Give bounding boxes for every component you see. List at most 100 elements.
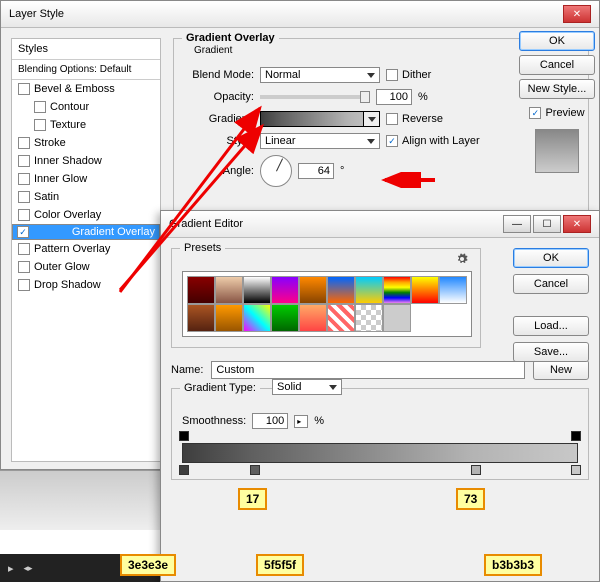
- preset-swatch[interactable]: [299, 304, 327, 332]
- preset-swatch[interactable]: [327, 276, 355, 304]
- opacity-stop[interactable]: [571, 431, 581, 441]
- gradient-sublegend: Gradient: [190, 45, 236, 56]
- opacity-stop[interactable]: [179, 431, 189, 441]
- angle-dial[interactable]: [260, 155, 292, 187]
- minimize-icon[interactable]: —: [503, 215, 531, 233]
- style-item[interactable]: Texture: [12, 116, 160, 134]
- new-button[interactable]: New: [533, 360, 589, 380]
- style-label: Inner Shadow: [34, 155, 102, 167]
- style-checkbox[interactable]: [18, 243, 30, 255]
- gradient-type-select[interactable]: Solid: [272, 379, 342, 395]
- preset-swatch[interactable]: [439, 304, 467, 332]
- preset-swatch[interactable]: [271, 304, 299, 332]
- preset-swatch[interactable]: [411, 276, 439, 304]
- ge-load-button[interactable]: Load...: [513, 316, 589, 336]
- ge-ok-button[interactable]: OK: [513, 248, 589, 268]
- name-input[interactable]: Custom: [211, 361, 525, 379]
- preset-swatch[interactable]: [215, 304, 243, 332]
- preset-swatch[interactable]: [355, 276, 383, 304]
- blending-options[interactable]: Blending Options: Default: [12, 60, 160, 80]
- gradient-bar[interactable]: [182, 443, 578, 463]
- style-item[interactable]: Drop Shadow: [12, 276, 160, 294]
- style-item[interactable]: Outer Glow: [12, 258, 160, 276]
- style-label: Contour: [50, 101, 89, 113]
- gear-icon[interactable]: [456, 253, 468, 265]
- preset-swatch[interactable]: [271, 276, 299, 304]
- preset-swatch[interactable]: [439, 276, 467, 304]
- gradient-editor-titlebar[interactable]: Gradient Editor — ☐ ✕: [161, 211, 599, 238]
- new-style-button[interactable]: New Style...: [519, 79, 595, 99]
- name-label: Name:: [171, 364, 203, 376]
- style-checkbox[interactable]: [34, 101, 46, 113]
- reverse-checkbox[interactable]: [386, 113, 398, 125]
- color-stop[interactable]: [571, 465, 581, 475]
- presets-fieldset: Presets: [171, 248, 481, 348]
- chevron-down-icon: [368, 117, 376, 122]
- cancel-button[interactable]: Cancel: [519, 55, 595, 75]
- style-checkbox[interactable]: [18, 209, 30, 221]
- style-item[interactable]: Inner Glow: [12, 170, 160, 188]
- preset-swatch[interactable]: [383, 304, 411, 332]
- chevron-down-icon: [367, 73, 375, 78]
- style-label: Texture: [50, 119, 86, 131]
- close-icon[interactable]: ✕: [563, 5, 591, 23]
- style-item[interactable]: Stroke: [12, 134, 160, 152]
- opacity-input[interactable]: 100: [376, 89, 412, 105]
- style-label: Satin: [34, 191, 59, 203]
- preset-swatch[interactable]: [243, 276, 271, 304]
- angle-input[interactable]: 64: [298, 163, 334, 179]
- style-checkbox[interactable]: [18, 261, 30, 273]
- gradient-label: Gradient:: [182, 113, 254, 125]
- style-checkbox[interactable]: [34, 119, 46, 131]
- annotation-note: b3b3b3: [484, 554, 542, 576]
- style-checkbox[interactable]: [18, 137, 30, 149]
- preset-swatch[interactable]: [355, 304, 383, 332]
- style-item[interactable]: ✓Gradient Overlay: [12, 224, 160, 240]
- opacity-slider[interactable]: [260, 95, 370, 99]
- preset-swatch[interactable]: [411, 304, 439, 332]
- preset-swatch[interactable]: [243, 304, 271, 332]
- style-item[interactable]: Contour: [12, 98, 160, 116]
- style-checkbox[interactable]: [18, 83, 30, 95]
- expand-icon[interactable]: ◂▸: [24, 563, 33, 574]
- style-checkbox[interactable]: ✓: [17, 226, 29, 238]
- ok-button[interactable]: OK: [519, 31, 595, 51]
- style-checkbox[interactable]: [18, 279, 30, 291]
- gradient-editor-dialog: Gradient Editor — ☐ ✕ Presets OK Cancel …: [160, 210, 600, 582]
- preset-swatch[interactable]: [299, 276, 327, 304]
- dither-checkbox[interactable]: [386, 69, 398, 81]
- color-stop[interactable]: [471, 465, 481, 475]
- smoothness-stepper[interactable]: ▸: [294, 415, 308, 428]
- gt-label: Gradient Type:: [180, 382, 260, 394]
- align-checkbox[interactable]: ✓: [386, 135, 398, 147]
- style-item[interactable]: Pattern Overlay: [12, 240, 160, 258]
- ge-cancel-button[interactable]: Cancel: [513, 274, 589, 294]
- style-item[interactable]: Satin: [12, 188, 160, 206]
- styles-header[interactable]: Styles: [12, 39, 160, 60]
- play-icon[interactable]: ▸: [8, 562, 14, 575]
- layer-style-title: Layer Style: [9, 8, 64, 20]
- preset-swatch[interactable]: [187, 276, 215, 304]
- gradient-picker[interactable]: [260, 111, 380, 127]
- ge-save-button[interactable]: Save...: [513, 342, 589, 362]
- preset-swatch[interactable]: [187, 304, 215, 332]
- style-item[interactable]: Bevel & Emboss: [12, 80, 160, 98]
- preset-swatch[interactable]: [215, 276, 243, 304]
- preset-swatch[interactable]: [383, 276, 411, 304]
- style-checkbox[interactable]: [18, 155, 30, 167]
- blend-mode-select[interactable]: Normal: [260, 67, 380, 83]
- preset-swatch[interactable]: [327, 304, 355, 332]
- preset-grid[interactable]: [182, 271, 472, 337]
- preview-checkbox[interactable]: ✓: [529, 107, 541, 119]
- maximize-icon[interactable]: ☐: [533, 215, 561, 233]
- style-item[interactable]: Inner Shadow: [12, 152, 160, 170]
- close-icon[interactable]: ✕: [563, 215, 591, 233]
- style-select[interactable]: Linear: [260, 133, 380, 149]
- style-checkbox[interactable]: [18, 173, 30, 185]
- style-checkbox[interactable]: [18, 191, 30, 203]
- style-item[interactable]: Color Overlay: [12, 206, 160, 224]
- color-stop[interactable]: [179, 465, 189, 475]
- smoothness-input[interactable]: 100: [252, 413, 288, 429]
- layer-style-titlebar[interactable]: Layer Style ✕: [1, 1, 599, 28]
- color-stop[interactable]: [250, 465, 260, 475]
